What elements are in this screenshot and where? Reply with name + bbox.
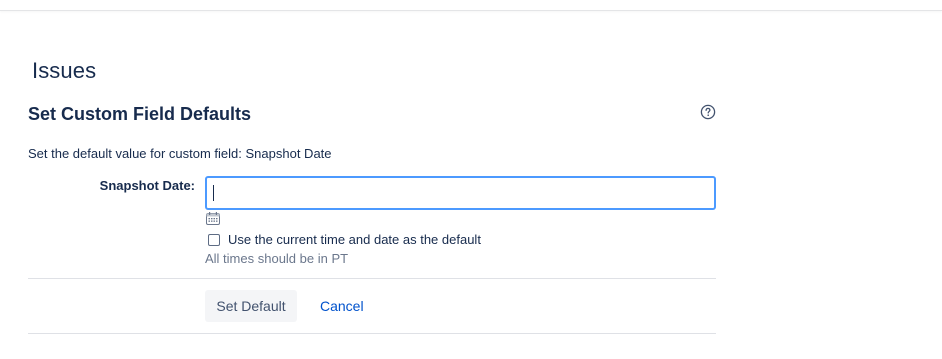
top-nav-strip [0, 0, 942, 11]
page-heading: Issues [32, 58, 97, 83]
snapshot-date-input[interactable] [205, 176, 716, 210]
snapshot-date-label: Snapshot Date: [99, 178, 195, 193]
timezone-hint: All times should be in PT [205, 251, 349, 266]
use-current-time-checkbox[interactable] [208, 233, 220, 246]
form-divider-top [28, 278, 716, 279]
set-default-button[interactable]: Set Default [205, 290, 297, 322]
calendar-icon[interactable] [206, 212, 220, 225]
cancel-link[interactable]: Cancel [320, 298, 364, 314]
form-divider-bottom [28, 333, 716, 334]
question-circle-icon[interactable] [700, 104, 716, 120]
field-description: Set the default value for custom field: … [28, 146, 332, 161]
section-title: Set Custom Field Defaults [28, 104, 252, 124]
text-caret [213, 185, 214, 201]
use-current-time-label: Use the current time and date as the def… [228, 232, 481, 247]
use-current-time-row[interactable]: Use the current time and date as the def… [208, 232, 481, 247]
